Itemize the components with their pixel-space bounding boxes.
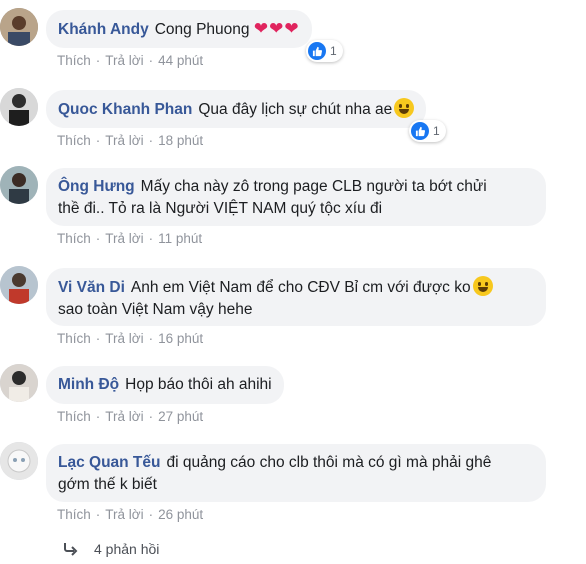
comment-author[interactable]: Vi Văn Di <box>58 279 125 296</box>
separator: · <box>148 53 154 68</box>
timestamp[interactable]: 44 phút <box>158 53 203 68</box>
avatar[interactable] <box>0 8 38 46</box>
separator: · <box>148 409 154 424</box>
view-replies-link[interactable]: 4 phản hồi <box>62 541 159 557</box>
comment-bubble: Vi Văn Di Anh em Việt Nam để cho CĐV Bỉ c… <box>46 268 546 326</box>
comment-text-line: sao toàn Việt Nam vậy hehe <box>58 301 253 318</box>
like-link[interactable]: Thích <box>57 331 91 346</box>
comment-actions: Thích · Trả lời · 26 phút <box>57 507 203 522</box>
like-icon <box>308 42 326 60</box>
comment-author[interactable]: Minh Độ <box>58 376 119 393</box>
avatar[interactable] <box>0 88 38 126</box>
comment-text-line: thề đi.. Tỏ ra là Người VIỆT NAM quý tộc… <box>58 200 383 217</box>
comment-bubble: Quoc Khanh Phan Qua đây lịch sự chút nha … <box>46 90 427 128</box>
comment-text-line: đi quảng cáo cho clb thôi mà có gì mà ph… <box>166 454 492 471</box>
comment-bubble: Minh Độ Họp báo thôi ah ahihi <box>46 366 284 404</box>
timestamp[interactable]: 11 phút <box>158 231 202 246</box>
reaction-summary[interactable]: 1 <box>306 40 343 62</box>
reaction-summary[interactable]: 1 <box>409 120 446 142</box>
reply-link[interactable]: Trả lời <box>105 331 143 346</box>
avatar[interactable] <box>0 266 38 304</box>
timestamp[interactable]: 26 phút <box>158 507 203 522</box>
comment-author[interactable]: Lạc Quan Tếu <box>58 454 161 471</box>
timestamp[interactable]: 18 phút <box>158 133 203 148</box>
separator: · <box>95 331 101 346</box>
laughing-emoji-icon <box>394 98 415 118</box>
reply-link[interactable]: Trả lời <box>105 507 143 522</box>
comment-text: Họp báo thôi ah ahihi <box>125 376 272 393</box>
comment-text-line: Anh em Việt Nam để cho CĐV Bỉ cm với đượ… <box>130 279 471 296</box>
reaction-count: 1 <box>433 124 440 138</box>
like-icon <box>411 122 429 140</box>
timestamp[interactable]: 16 phút <box>158 331 203 346</box>
separator: · <box>95 133 101 148</box>
like-link[interactable]: Thích <box>57 507 91 522</box>
reply-arrow-icon <box>64 543 78 556</box>
reply-link[interactable]: Trả lời <box>105 231 143 246</box>
separator: · <box>148 133 154 148</box>
heart-emoji-icon: ❤❤❤ <box>253 19 300 38</box>
like-link[interactable]: Thích <box>57 133 91 148</box>
separator: · <box>95 507 101 522</box>
comment-bubble: Khánh Andy Cong Phuong ❤❤❤ <box>46 10 312 48</box>
like-link[interactable]: Thích <box>57 231 91 246</box>
like-link[interactable]: Thích <box>57 409 91 424</box>
comment-actions: Thích · Trả lời · 44 phút <box>57 53 203 68</box>
avatar[interactable] <box>0 166 38 204</box>
avatar[interactable] <box>0 364 38 402</box>
comment-actions: Thích · Trả lời · 27 phút <box>57 409 203 424</box>
comment-bubble: Ông Hưng Mấy cha này zô trong page CLB ng… <box>46 168 546 226</box>
timestamp[interactable]: 27 phút <box>158 409 203 424</box>
comment-bubble: Lạc Quan Tếu đi quảng cáo cho clb thôi mà… <box>46 444 546 502</box>
comment-text: Qua đây lịch sự chút nha ae <box>198 101 393 118</box>
avatar[interactable] <box>0 442 38 480</box>
separator: · <box>95 53 101 68</box>
reply-link[interactable]: Trả lời <box>105 53 143 68</box>
comment-author[interactable]: Quoc Khanh Phan <box>58 101 192 118</box>
separator: · <box>148 507 154 522</box>
reply-link[interactable]: Trả lời <box>105 409 143 424</box>
comment-text-line: gớm thế k biết <box>58 476 157 493</box>
separator: · <box>148 231 154 246</box>
grinning-emoji-icon <box>472 276 493 296</box>
reply-link[interactable]: Trả lời <box>105 133 143 148</box>
comment-actions: Thích · Trả lời · 11 phút <box>57 231 202 246</box>
reaction-count: 1 <box>330 44 337 58</box>
comment-text-line: Mấy cha này zô trong page CLB người ta b… <box>140 178 487 195</box>
separator: · <box>148 331 154 346</box>
separator: · <box>95 409 101 424</box>
separator: · <box>95 231 101 246</box>
comment-actions: Thích · Trả lời · 16 phút <box>57 331 203 346</box>
comment-author[interactable]: Khánh Andy <box>58 21 149 38</box>
like-link[interactable]: Thích <box>57 53 91 68</box>
replies-count-label[interactable]: 4 phản hồi <box>94 541 159 557</box>
comment-author[interactable]: Ông Hưng <box>58 178 135 195</box>
comment-actions: Thích · Trả lời · 18 phút <box>57 133 203 148</box>
comment-text: Cong Phuong <box>154 21 250 38</box>
